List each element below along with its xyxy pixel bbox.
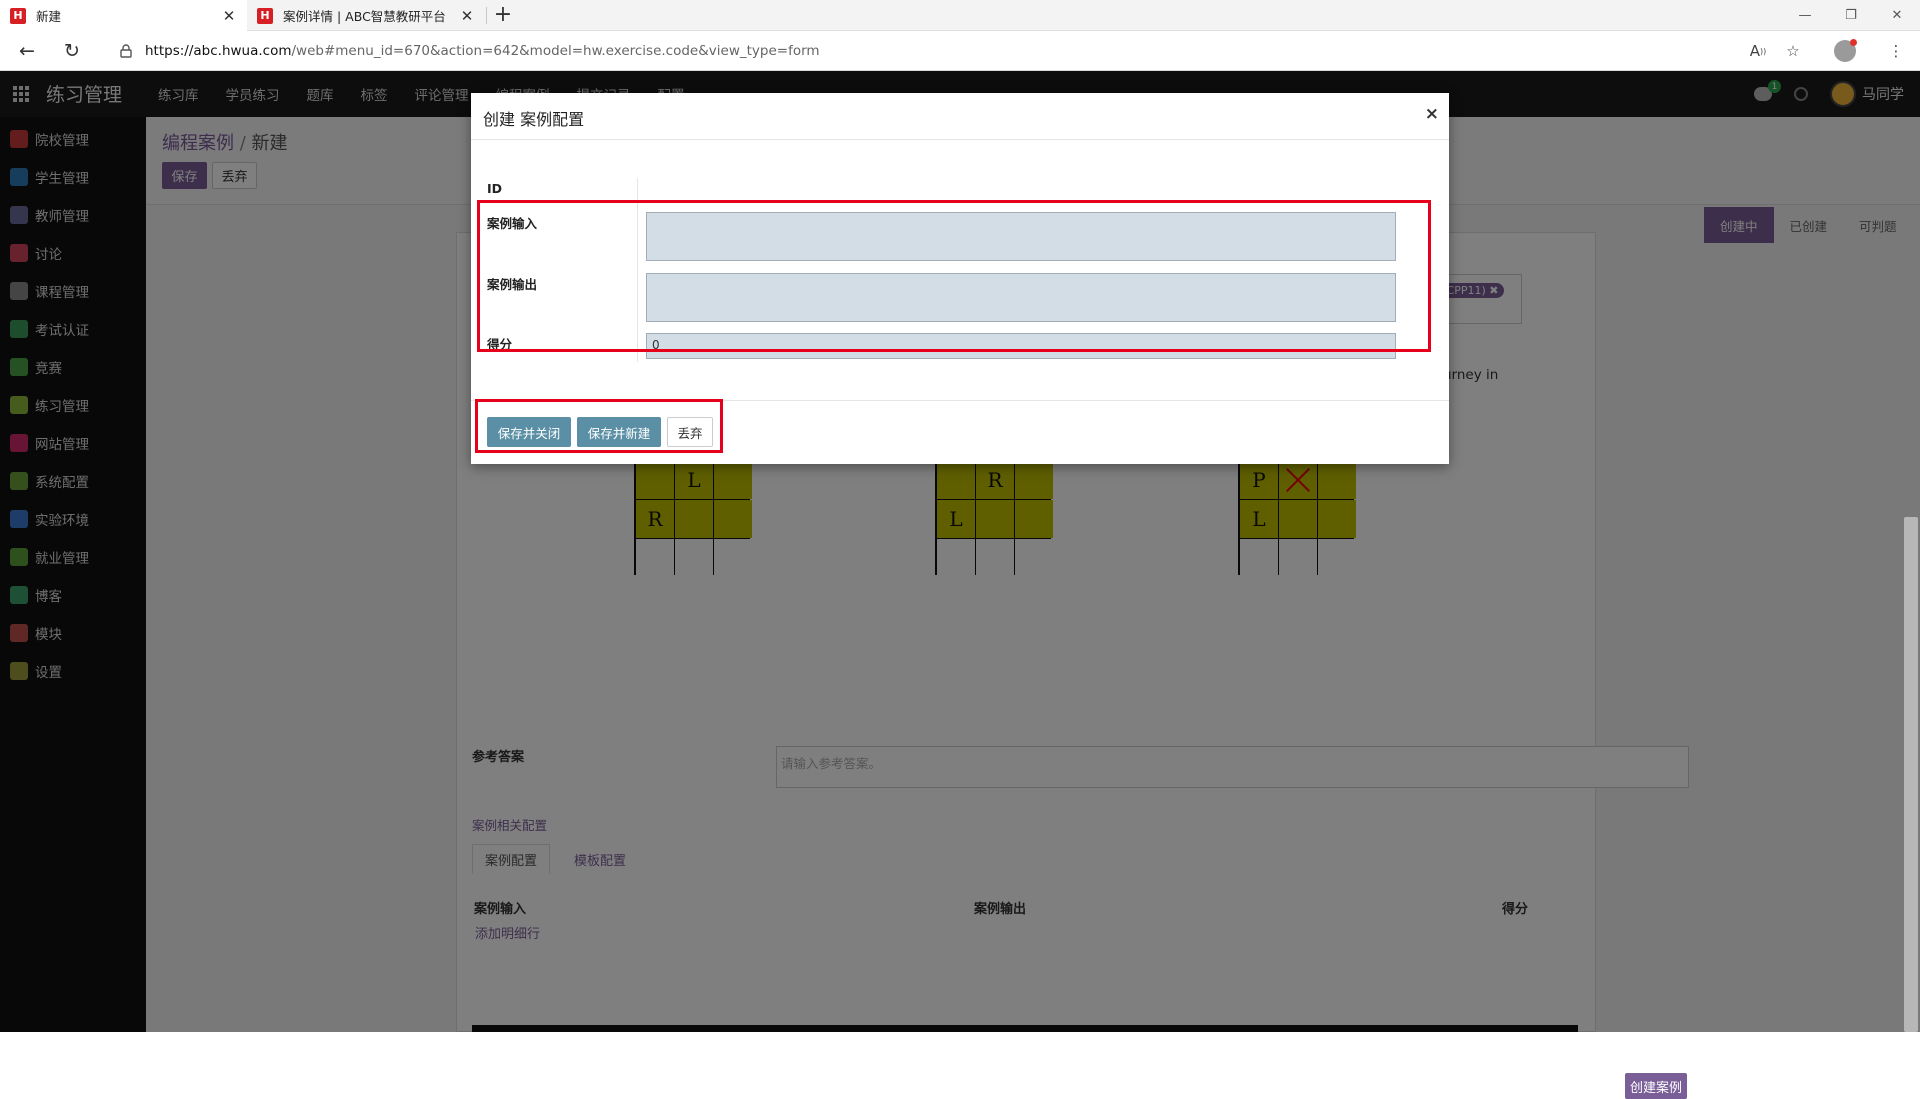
new-tab-plus-icon[interactable]: +: [490, 3, 516, 27]
browser-tab-case-detail[interactable]: H 案例详情 | ABC智慧教研平台 ✕: [247, 0, 485, 31]
url-text: https://abc.hwua.com/web#menu_id=670&act…: [145, 43, 820, 59]
url-field[interactable]: https://abc.hwua.com/web#menu_id=670&act…: [105, 36, 1805, 66]
modal-title: 创建 案例配置: [483, 110, 585, 129]
close-icon[interactable]: ✕: [459, 7, 475, 25]
create-case-button[interactable]: 创建案例: [1625, 1073, 1687, 1099]
address-bar: ← ↻ https://abc.hwua.com/web#menu_id=670…: [0, 31, 1920, 71]
highlight-buttons-box: [475, 399, 723, 453]
minimize-icon[interactable]: —: [1782, 0, 1828, 31]
read-aloud-icon[interactable]: A)): [1746, 39, 1770, 63]
create-case-config-dialog: 创建 案例配置 × ID 案例输入 案例输出 得分 0 保存并关闭 保存并新建 …: [471, 93, 1449, 464]
browser-tab-new[interactable]: H 新建 ✕: [0, 0, 247, 31]
lock-icon: [117, 42, 135, 60]
tab-title: 新建: [36, 9, 62, 24]
tab-divider: [486, 7, 487, 24]
close-icon[interactable]: ✕: [221, 7, 237, 25]
site-favicon-icon: H: [10, 7, 26, 24]
window-close-icon[interactable]: ✕: [1874, 0, 1920, 31]
tab-title: 案例详情 | ABC智慧教研平台: [283, 9, 446, 24]
modal-header: 创建 案例配置 ×: [471, 93, 1449, 140]
browser-tab-bar: H 新建 ✕ H 案例详情 | ABC智慧教研平台 ✕ + — ❐ ✕: [0, 0, 1920, 31]
highlight-fields-box: [477, 200, 1431, 352]
close-icon[interactable]: ×: [1425, 104, 1439, 124]
reload-icon[interactable]: ↻: [60, 39, 84, 63]
page-scrollbar[interactable]: [1904, 517, 1918, 1032]
restore-icon[interactable]: ❐: [1828, 0, 1874, 31]
favorites-star-icon[interactable]: ☆: [1781, 39, 1805, 63]
more-menu-icon[interactable]: ⋮: [1884, 39, 1908, 63]
profile-icon[interactable]: [1833, 39, 1857, 63]
back-arrow-icon[interactable]: ←: [15, 39, 39, 63]
site-favicon-icon: H: [257, 7, 273, 24]
id-label: ID: [487, 181, 503, 196]
